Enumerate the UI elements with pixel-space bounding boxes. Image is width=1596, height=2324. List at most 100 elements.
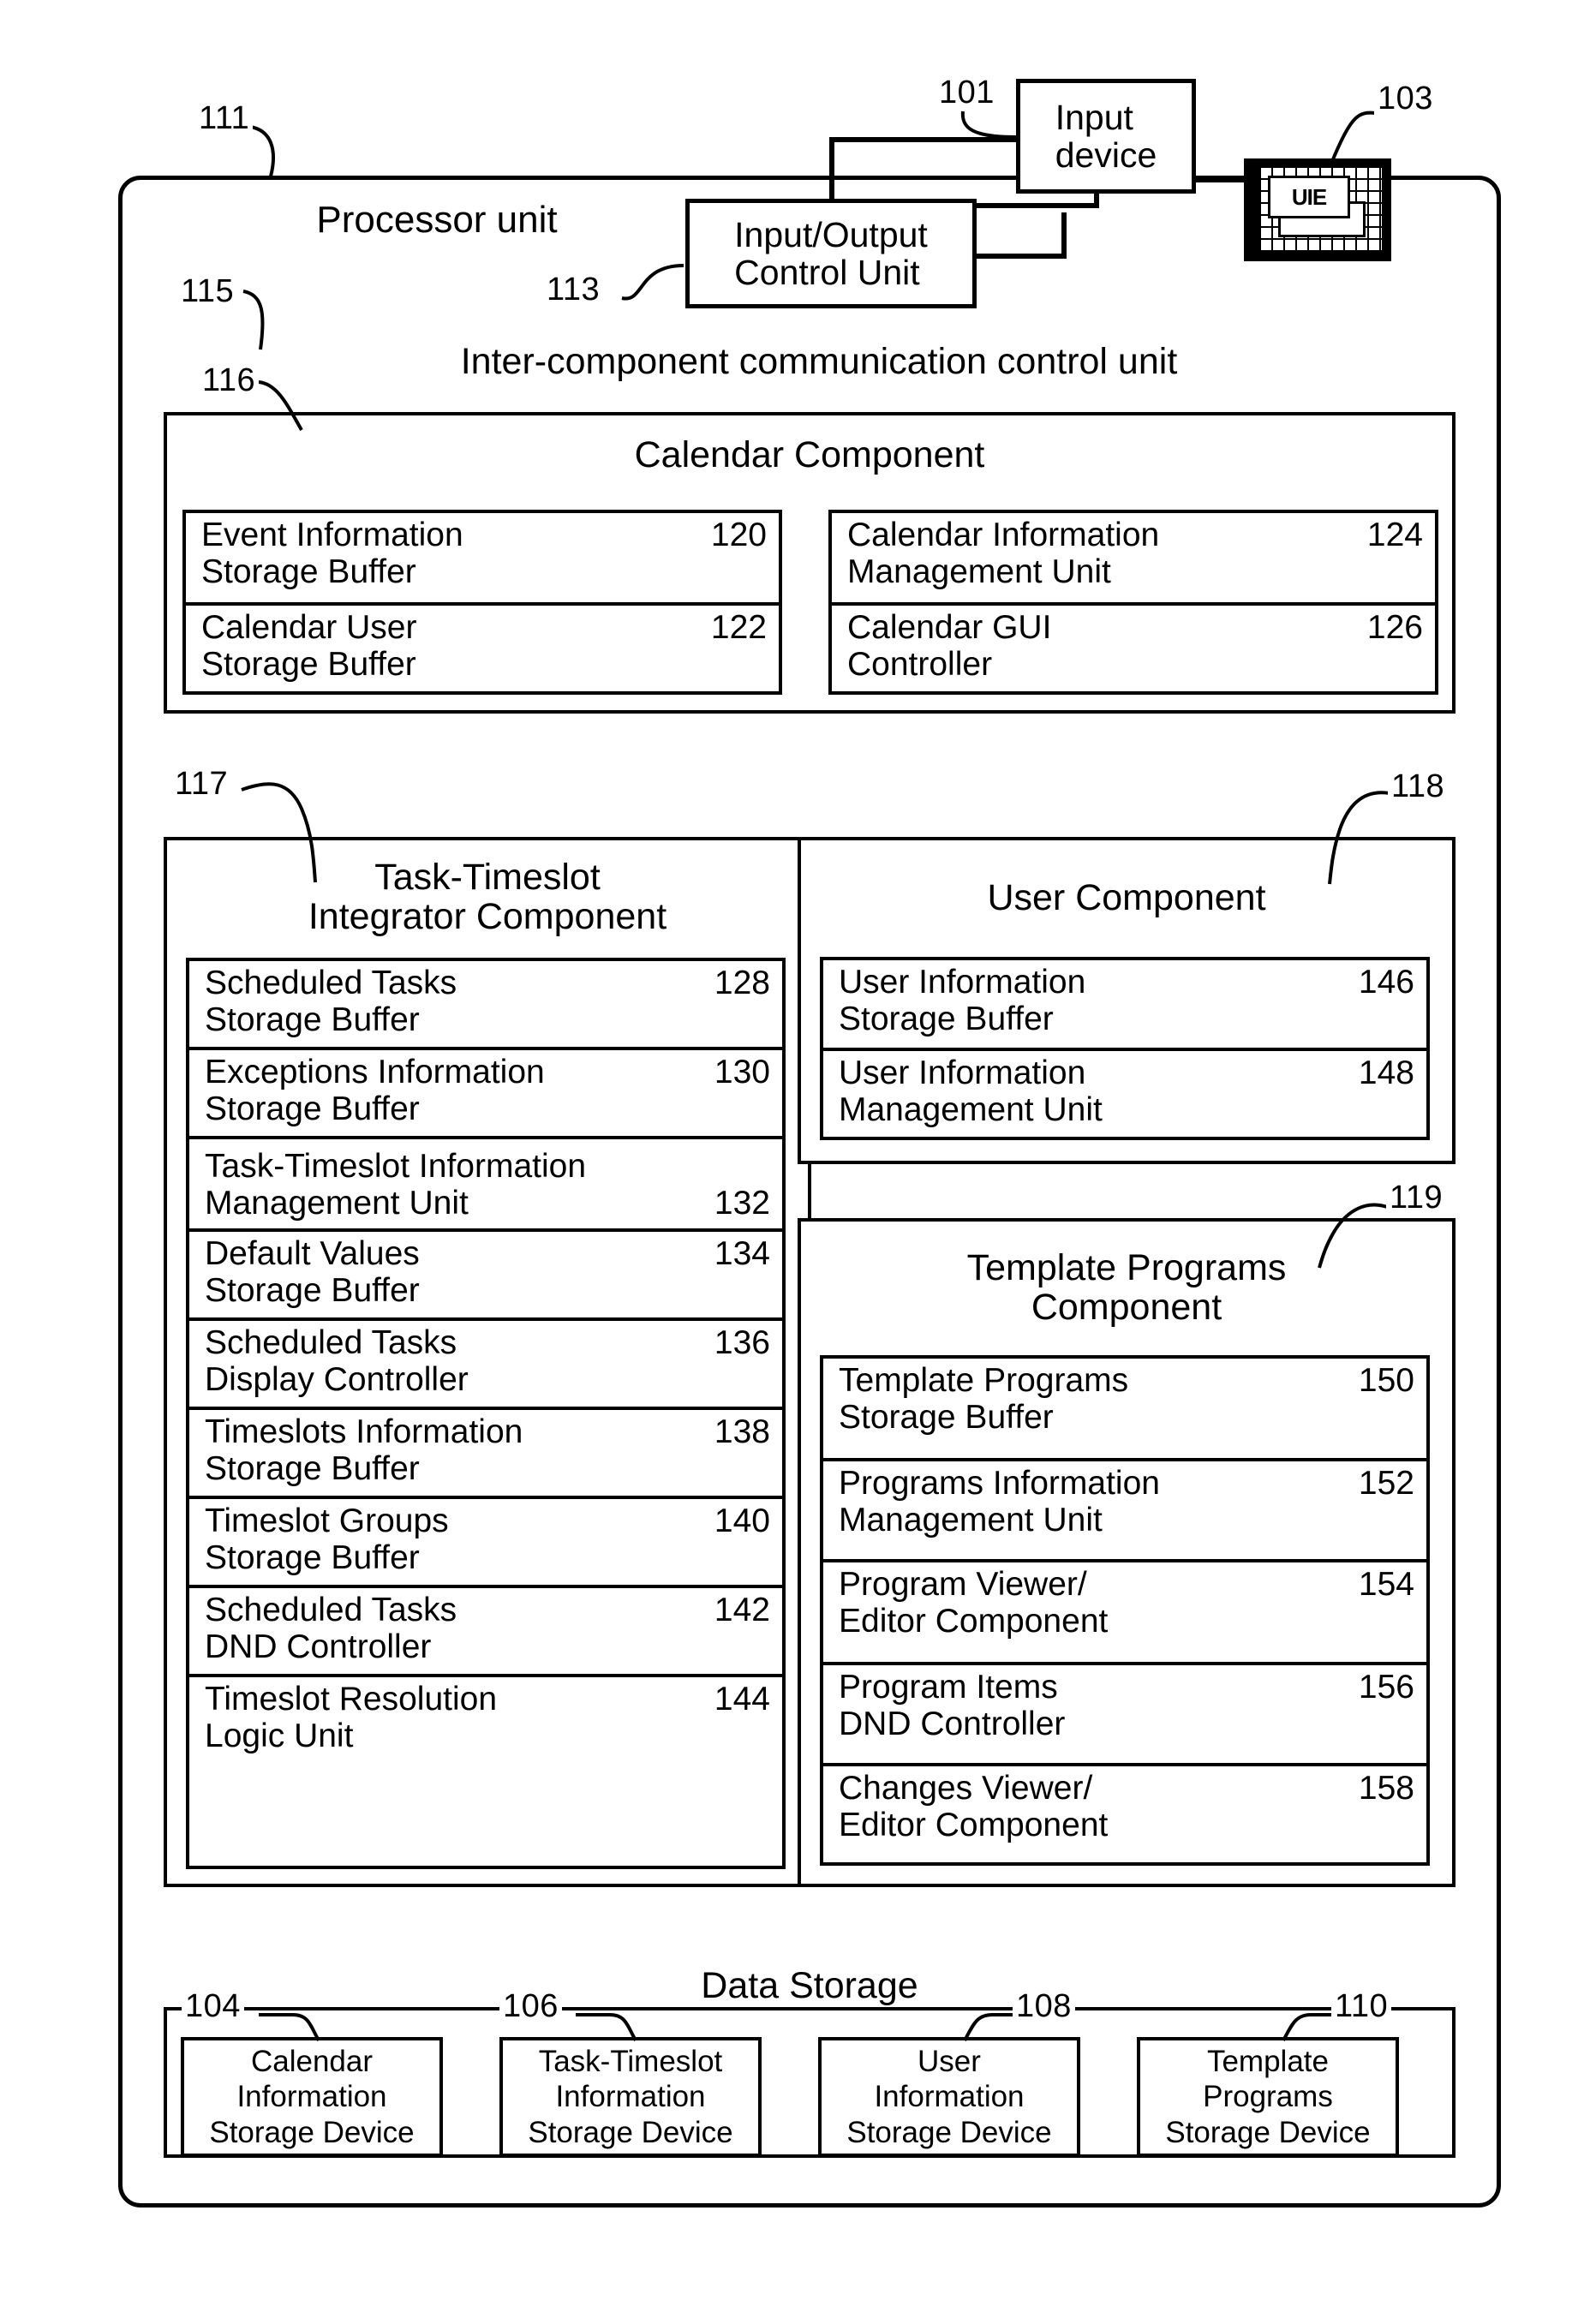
data-storage-title: Data Storage (701, 1965, 918, 2006)
list-item[interactable]: Calendar User Storage Buffer 122 (186, 606, 779, 695)
item-label: Program Viewer/ Editor Component (839, 1566, 1109, 1640)
task-timeslot-items: Scheduled Tasks Storage Buffer 128 Excep… (186, 958, 786, 1869)
list-item[interactable]: Changes Viewer/ Editor Component 158 (823, 1766, 1426, 1866)
item-ref: 134 (714, 1235, 770, 1272)
item-label: Event Information Storage Buffer (201, 517, 463, 590)
uie-label: UIE (1291, 184, 1327, 210)
item-ref: 120 (710, 517, 767, 553)
item-label: User Information Storage Buffer (839, 964, 1086, 1037)
list-item[interactable]: Template Programs Storage Buffer 150 (823, 1359, 1426, 1461)
ref-119: 119 (1386, 1180, 1447, 1215)
item-ref: 132 (714, 1185, 770, 1222)
list-item[interactable]: Exceptions Information Storage Buffer 13… (189, 1050, 782, 1139)
leader-116 (257, 377, 326, 437)
ref-117: 117 (171, 767, 232, 801)
device-label: User Information Storage Device (846, 2045, 1052, 2149)
item-label: Scheduled Tasks DND Controller (205, 1592, 457, 1665)
list-item[interactable]: Program Viewer/ Editor Component 154 (823, 1562, 1426, 1665)
calendar-items-right: Calendar Information Management Unit 124… (828, 510, 1438, 695)
leader-119 (1292, 1199, 1395, 1273)
list-item[interactable]: Scheduled Tasks DND Controller 142 (189, 1588, 782, 1677)
leader-106 (574, 2004, 648, 2044)
wire-input-device-vertical (829, 137, 834, 206)
list-item[interactable]: Scheduled Tasks Storage Buffer 128 (189, 961, 782, 1050)
ref-106: 106 (499, 1989, 562, 2023)
leader-113 (619, 254, 696, 307)
item-ref: 158 (1358, 1770, 1414, 1807)
item-label: Timeslot Groups Storage Buffer (205, 1503, 449, 1576)
item-label: Timeslots Information Storage Buffer (205, 1413, 523, 1487)
list-item[interactable]: User Information Storage Buffer 146 (823, 960, 1426, 1051)
inter-component-bus-label: Inter-component communication control un… (360, 339, 1278, 385)
list-item[interactable]: Timeslot Resolution Logic Unit 144 (189, 1677, 782, 1770)
item-label: Programs Information Management Unit (839, 1465, 1160, 1538)
uie-window-front: UIE (1268, 176, 1350, 218)
item-ref: 130 (714, 1054, 770, 1090)
item-label: Calendar Information Management Unit (847, 517, 1160, 590)
list-item[interactable]: Scheduled Tasks Display Controller 136 (189, 1321, 782, 1410)
item-label: Calendar User Storage Buffer (201, 609, 417, 683)
item-ref: 148 (1358, 1054, 1414, 1091)
input-device-label: Input device (1055, 97, 1157, 175)
ref-110: 110 (1331, 1989, 1392, 2023)
list-item[interactable]: Event Information Storage Buffer 120 (186, 513, 779, 606)
ref-104: 104 (182, 1989, 244, 2023)
item-ref: 140 (714, 1503, 770, 1539)
calendar-component-title: Calendar Component (634, 434, 985, 475)
ref-115: 115 (177, 274, 238, 308)
item-label: Calendar GUI Controller (847, 609, 1052, 683)
item-ref: 136 (714, 1324, 770, 1361)
item-label: Template Programs Storage Buffer (839, 1362, 1129, 1436)
list-item[interactable]: Default Values Storage Buffer 134 (189, 1232, 782, 1321)
leader-104 (257, 2004, 331, 2044)
io-control-unit-box: Input/Output Control Unit (685, 199, 977, 308)
item-label: Timeslot Resolution Logic Unit (205, 1681, 498, 1754)
item-ref: 156 (1358, 1669, 1414, 1706)
patent-figure: Processor unit 111 Input device 101 Inpu… (0, 0, 1596, 2324)
list-item[interactable]: Program Items DND Controller 156 (823, 1665, 1426, 1766)
storage-device-template-programs[interactable]: Template Programs Storage Device (1137, 2037, 1399, 2157)
list-item[interactable]: Timeslots Information Storage Buffer 138 (189, 1410, 782, 1499)
device-label: Template Programs Storage Device (1165, 2045, 1371, 2149)
item-ref: 146 (1358, 964, 1414, 1001)
processor-unit-label: Processor unit (316, 199, 558, 241)
item-label: Exceptions Information Storage Buffer (205, 1054, 545, 1127)
input-device-box: Input device (1016, 79, 1196, 194)
leader-117 (240, 778, 334, 889)
list-item[interactable]: User Information Management Unit 148 (823, 1051, 1426, 1140)
list-item[interactable]: Calendar Information Management Unit 124 (832, 513, 1435, 606)
leader-111 (248, 120, 317, 188)
template-programs-items: Template Programs Storage Buffer 150 Pro… (820, 1355, 1430, 1866)
list-item[interactable]: Calendar GUI Controller 126 (832, 606, 1435, 695)
item-ref: 124 (1366, 517, 1423, 553)
io-control-unit-label: Input/Output Control Unit (734, 214, 928, 292)
storage-device-task-timeslot[interactable]: Task-Timeslot Information Storage Device (499, 2037, 762, 2157)
calendar-items-left: Event Information Storage Buffer 120 Cal… (182, 510, 782, 695)
list-item[interactable]: Task-Timeslot Information Management Uni… (189, 1139, 782, 1232)
storage-device-user[interactable]: User Information Storage Device (818, 2037, 1080, 2157)
item-label: Task-Timeslot Information Management Uni… (205, 1148, 587, 1222)
item-label: Scheduled Tasks Display Controller (205, 1324, 469, 1398)
ref-101: 101 (935, 75, 998, 110)
item-ref: 150 (1358, 1362, 1414, 1399)
item-ref: 154 (1358, 1566, 1414, 1603)
list-item[interactable]: Programs Information Management Unit 152 (823, 1461, 1426, 1562)
item-label: Changes Viewer/ Editor Component (839, 1770, 1109, 1843)
ref-113: 113 (543, 272, 604, 307)
user-component-items: User Information Storage Buffer 146 User… (820, 957, 1430, 1140)
item-ref: 138 (714, 1413, 770, 1450)
ref-108: 108 (1013, 1989, 1075, 2023)
item-label: Program Items DND Controller (839, 1669, 1066, 1742)
device-label: Calendar Information Storage Device (209, 2045, 415, 2149)
device-label: Task-Timeslot Information Storage Device (528, 2045, 733, 2149)
leader-115 (242, 286, 302, 355)
item-label: User Information Management Unit (839, 1054, 1103, 1128)
ref-111: 111 (195, 101, 254, 135)
leader-118 (1294, 788, 1396, 891)
storage-device-calendar[interactable]: Calendar Information Storage Device (181, 2037, 443, 2157)
item-ref: 142 (714, 1592, 770, 1628)
wire-io-bottom-seg1 (972, 254, 1067, 259)
ref-118: 118 (1388, 769, 1449, 804)
leader-103 (1311, 110, 1388, 168)
list-item[interactable]: Timeslot Groups Storage Buffer 140 (189, 1499, 782, 1588)
